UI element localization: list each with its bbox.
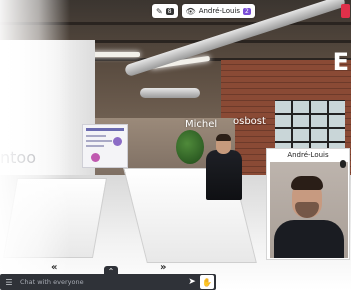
left-fade-overlay — [0, 0, 70, 290]
carousel-nav: « » — [40, 262, 200, 273]
avatar-name-tag: osbost — [233, 116, 266, 127]
video-feed — [270, 162, 348, 258]
avatar-hair — [216, 134, 231, 141]
edit-count: 8 — [165, 7, 174, 15]
video-tile[interactable]: André-Louis — [266, 148, 350, 260]
chat-bar: ☰ ➤ ✋ — [0, 274, 216, 290]
chat-menu-icon[interactable]: ☰ — [0, 274, 18, 290]
user-pill-button[interactable]: 👁 André-Louis 2 — [181, 4, 255, 18]
prev-arrow-icon[interactable]: « — [51, 262, 57, 273]
window — [275, 100, 345, 155]
edit-icon: ✎ — [156, 6, 163, 16]
leave-button[interactable] — [341, 4, 350, 18]
user-badge: 2 — [243, 7, 251, 15]
user-name: André-Louis — [198, 7, 241, 15]
wall-sign-right: E — [332, 48, 349, 76]
eye-icon: 👁 — [185, 6, 196, 16]
presentation-screen — [82, 124, 128, 168]
avatar-body — [206, 150, 242, 200]
air-duct — [140, 88, 200, 98]
chat-input[interactable] — [18, 275, 184, 289]
top-bar: ✎ 8 👁 André-Louis 2 — [152, 4, 255, 18]
avatar-name-tag: Michel — [185, 119, 218, 130]
next-arrow-icon[interactable]: » — [160, 262, 166, 273]
plant — [176, 130, 204, 164]
video-tile-name: André-Louis — [287, 151, 329, 159]
send-icon[interactable]: ➤ — [184, 274, 200, 290]
microphone-icon[interactable] — [340, 160, 346, 168]
edit-pill-button[interactable]: ✎ 8 — [152, 4, 178, 18]
raise-hand-icon[interactable]: ✋ — [200, 275, 214, 289]
